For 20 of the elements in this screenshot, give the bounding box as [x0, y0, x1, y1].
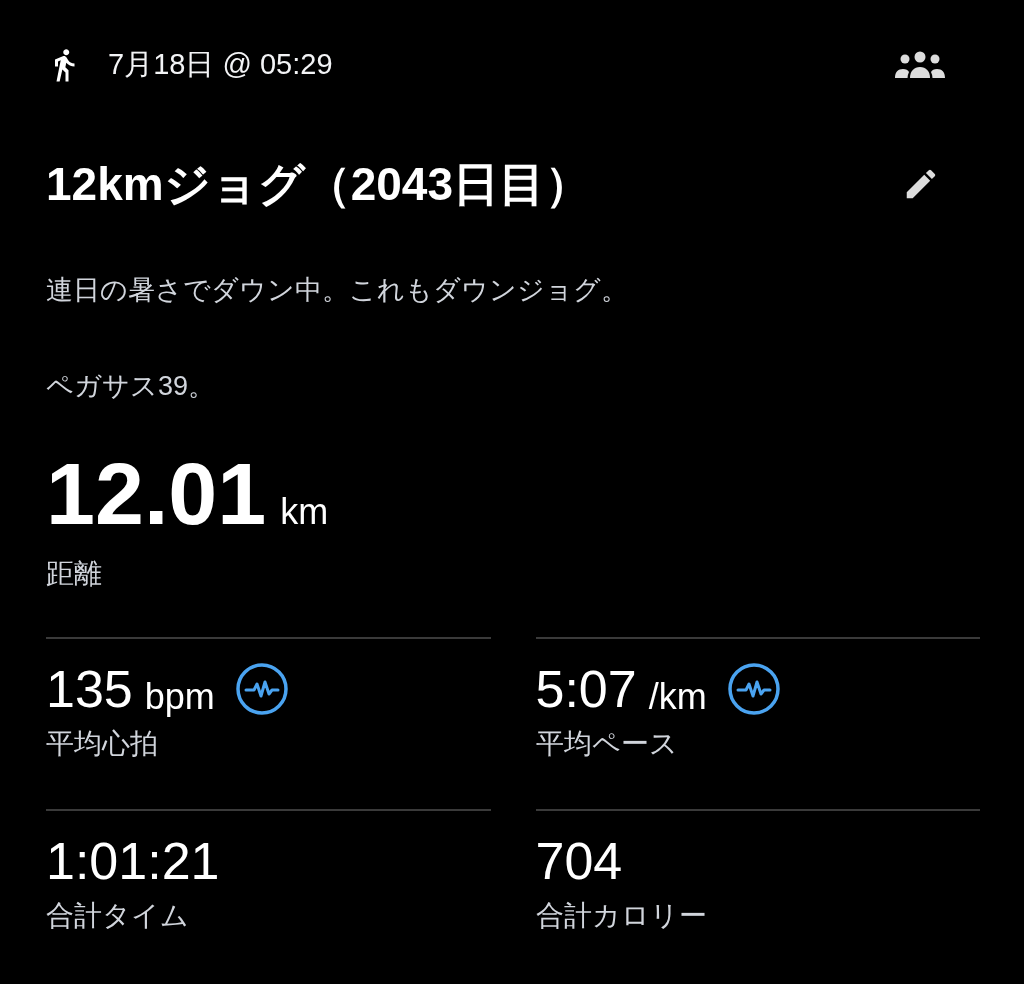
- distance-value: 12.01: [46, 450, 267, 538]
- stat-value: 135: [46, 663, 133, 715]
- stat-label: 平均心拍: [46, 727, 159, 761]
- stat-value: 5:07: [535, 663, 637, 715]
- activity-date: 7月18日 @ 05:29: [108, 47, 333, 83]
- stat-label: 平均ペース: [535, 727, 679, 761]
- stat-label: 合計タイム: [46, 899, 190, 933]
- stat-value: 704: [535, 835, 623, 887]
- group-icon[interactable]: [894, 50, 946, 80]
- stat-label: 合計カロリー: [535, 899, 708, 933]
- pulse-chart-icon[interactable]: [234, 662, 289, 716]
- description-text: 連日の暑さでダウン中。これもダウンジョグ。: [46, 274, 629, 307]
- stat-value: 1:01:21: [46, 835, 220, 887]
- stat-unit: bpm: [144, 679, 215, 715]
- distance-label: 距離: [46, 557, 103, 591]
- pulse-chart-icon[interactable]: [726, 662, 781, 716]
- description-text: ペガサス39。: [46, 369, 217, 403]
- activity-title: 12kmジョグ（2043日目）: [46, 156, 591, 212]
- stat-unit: /km: [648, 679, 707, 715]
- distance-unit: km: [280, 490, 329, 534]
